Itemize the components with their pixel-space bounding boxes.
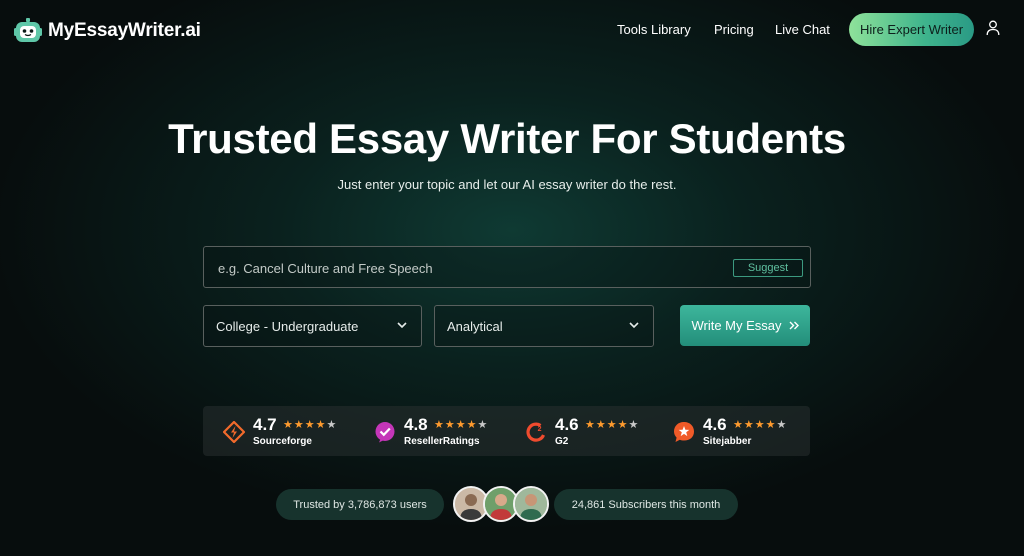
g2-icon: 2 bbox=[526, 422, 545, 442]
rating-score: 4.7 bbox=[253, 415, 277, 434]
person-icon bbox=[515, 488, 547, 520]
brand-name: MyEssayWriter.ai bbox=[48, 20, 201, 41]
essay-type-select[interactable]: Analytical bbox=[434, 305, 654, 347]
trusted-users-badge: Trusted by 3,786,873 users bbox=[276, 489, 444, 520]
write-my-essay-button[interactable]: Write My Essay bbox=[680, 305, 810, 346]
avatar bbox=[513, 486, 549, 522]
academic-level-value: College - Undergraduate bbox=[216, 319, 359, 334]
write-my-essay-label: Write My Essay bbox=[691, 318, 782, 333]
resellerratings-icon bbox=[375, 422, 395, 443]
user-avatars bbox=[453, 486, 549, 522]
hero-subtitle: Just enter your topic and let our AI ess… bbox=[337, 177, 677, 192]
nav-tools-library[interactable]: Tools Library bbox=[617, 22, 691, 37]
double-chevron-right-icon bbox=[789, 321, 799, 330]
hire-expert-writer-button[interactable]: Hire Expert Writer bbox=[849, 13, 974, 46]
nav-pricing[interactable]: Pricing bbox=[714, 22, 754, 37]
star-rating: ★★★★★ bbox=[585, 419, 640, 431]
header: MyEssayWriter.ai Tools Library Pricing L… bbox=[0, 0, 1024, 62]
logo[interactable]: MyEssayWriter.ai bbox=[14, 18, 201, 44]
rating-source-name: G2 bbox=[555, 436, 569, 447]
rating-sitejabber[interactable]: 4.6 ★★★★★ Sitejabber bbox=[673, 414, 803, 450]
rating-source-name: Sitejabber bbox=[703, 436, 752, 447]
essay-type-value: Analytical bbox=[447, 319, 503, 334]
rating-source-name: ResellerRatings bbox=[404, 436, 480, 447]
rating-source-name: Sourceforge bbox=[253, 436, 312, 447]
sitejabber-icon bbox=[674, 422, 694, 442]
academic-level-select[interactable]: College - Undergraduate bbox=[203, 305, 422, 347]
hero-title: Trusted Essay Writer For Students bbox=[168, 115, 846, 162]
nav-live-chat[interactable]: Live Chat bbox=[775, 22, 830, 37]
topic-input[interactable] bbox=[216, 247, 720, 289]
sourceforge-icon bbox=[223, 421, 245, 443]
rating-sourceforge[interactable]: 4.7 ★★★★★ Sourceforge bbox=[223, 414, 353, 450]
rating-g2[interactable]: 2 4.6 ★★★★★ G2 bbox=[525, 414, 655, 450]
rating-resellerratings[interactable]: 4.8 ★★★★★ ResellerRatings bbox=[374, 414, 504, 450]
suggest-button[interactable]: Suggest bbox=[733, 259, 803, 277]
ratings-bar: 4.7 ★★★★★ Sourceforge 4.8 ★★★★★ Reseller… bbox=[203, 406, 810, 456]
user-icon[interactable] bbox=[986, 20, 1000, 36]
svg-text:2: 2 bbox=[538, 426, 542, 433]
subscribers-badge: 24,861 Subscribers this month bbox=[554, 489, 738, 520]
rating-score: 4.6 bbox=[703, 415, 727, 434]
star-rating: ★★★★★ bbox=[733, 419, 788, 431]
star-rating: ★★★★★ bbox=[434, 419, 489, 431]
rating-score: 4.8 bbox=[404, 415, 428, 434]
robot-face-icon bbox=[14, 18, 42, 42]
chevron-down-icon bbox=[397, 322, 407, 329]
rating-score: 4.6 bbox=[555, 415, 579, 434]
chevron-down-icon bbox=[629, 322, 639, 329]
topic-field: Suggest bbox=[203, 246, 811, 289]
star-rating: ★★★★★ bbox=[283, 419, 338, 431]
